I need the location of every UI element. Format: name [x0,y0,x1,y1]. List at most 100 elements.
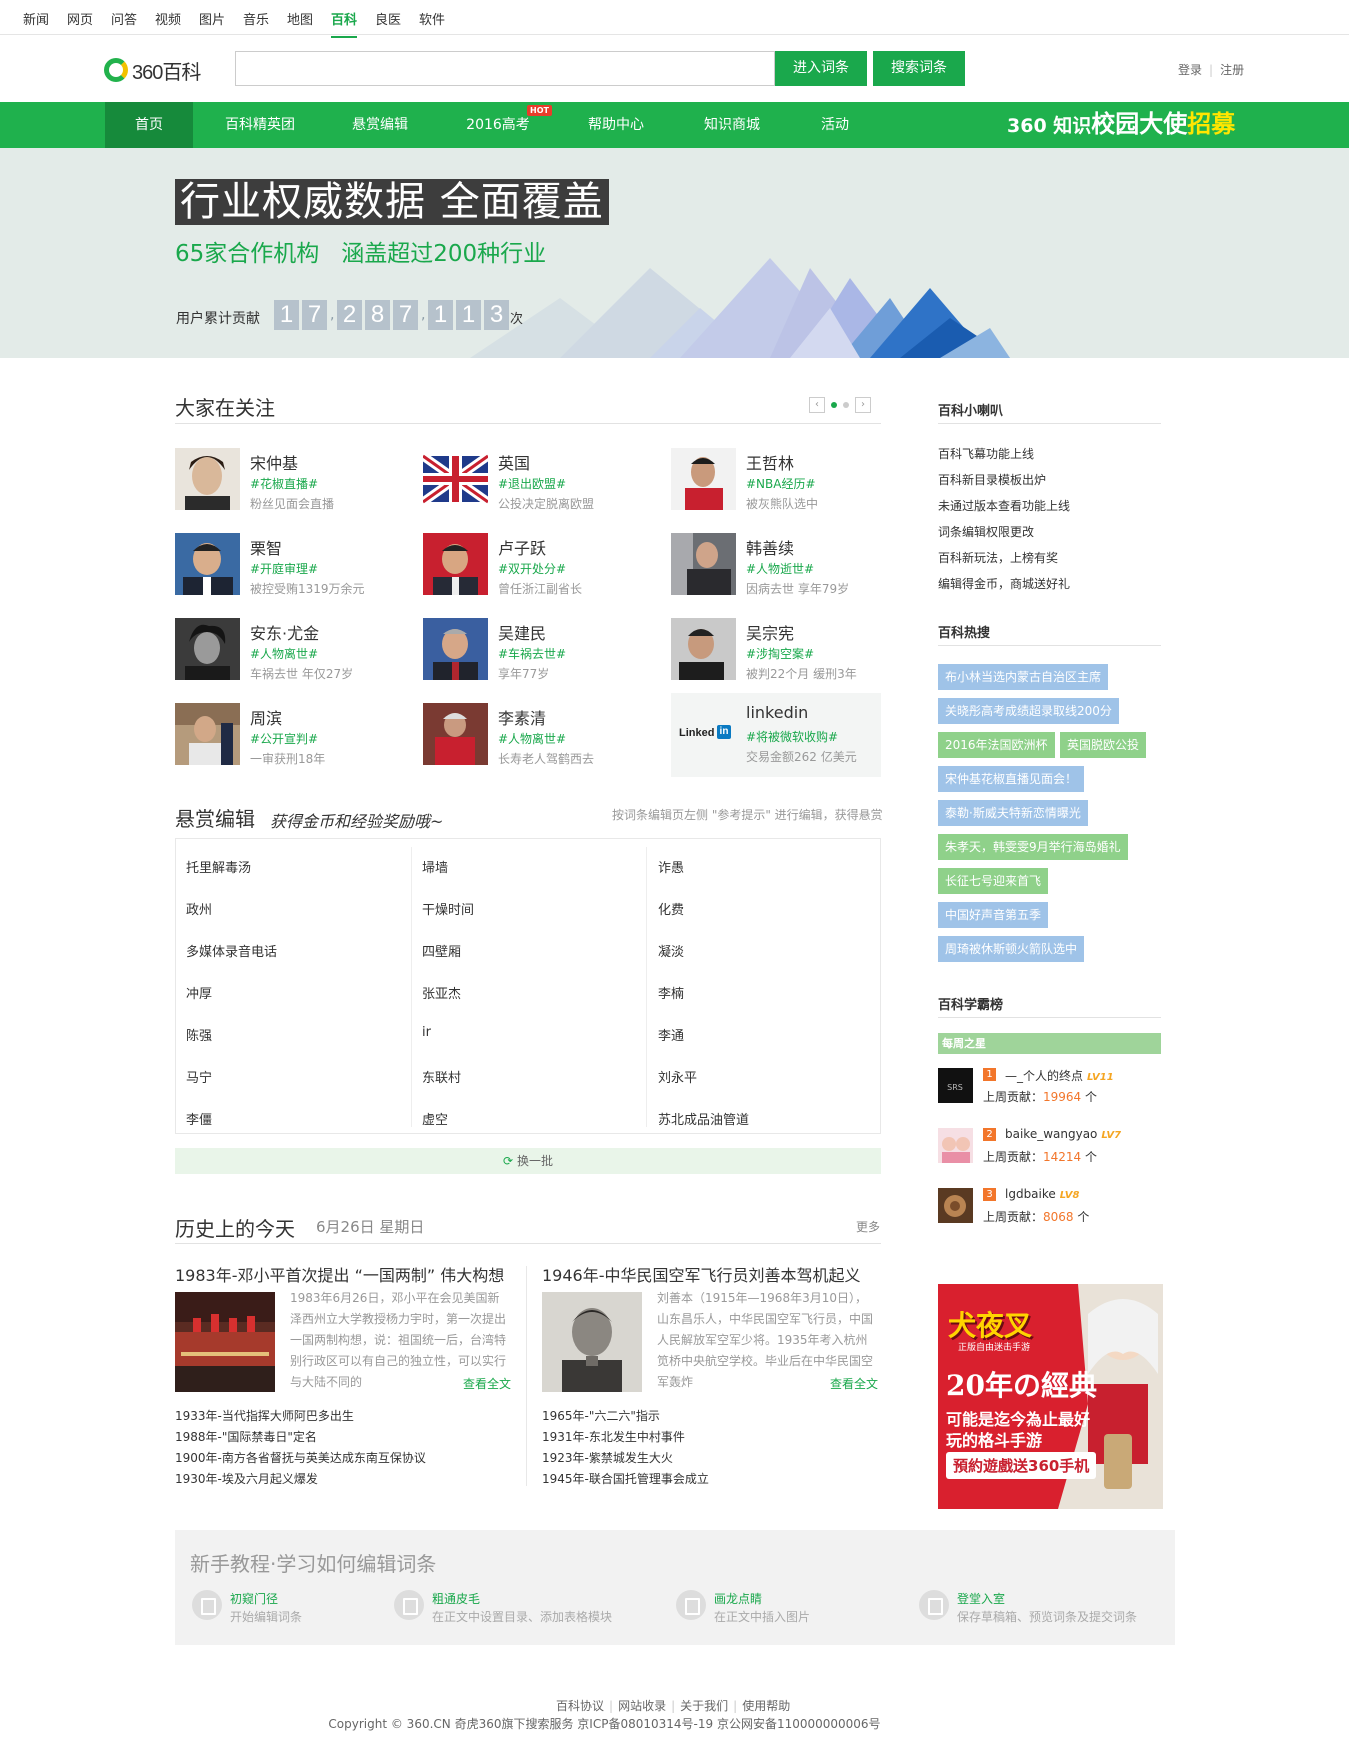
hot-search-tag[interactable]: 泰勒·斯威夫特新恋情曝光 [938,800,1088,826]
footer-link[interactable]: 关于我们 [680,1699,728,1713]
focus-person[interactable]: 安东·尤金 #人物离世# 车祸去世 年仅27岁 [175,618,415,684]
focus-person[interactable]: 栗智 #开庭审理# 被控受贿1319万余元 [175,533,415,599]
reward-entry-link[interactable]: 虚空 [422,1109,448,1128]
reward-entry-link[interactable]: 四壁厢 [422,941,461,960]
reward-entry-link[interactable]: 冲厚 [186,983,212,1002]
footer-link[interactable]: 使用帮助 [742,1699,790,1713]
reward-entry-link[interactable]: 多媒体录音电话 [186,941,277,960]
mainnav-home[interactable]: 首页 [105,102,193,148]
sidebar-news-item[interactable]: 编辑得金币，商城送好礼 [938,575,1070,592]
sidebar-news-item[interactable]: 百科新目录模板出炉 [938,471,1046,488]
focus-person[interactable]: 英国 #退出欧盟# 公投决定脱离欧盟 [423,448,663,514]
reward-entry-link[interactable]: 干燥时间 [422,899,474,918]
focus-person[interactable]: 吴宗宪 #涉掏空案# 被判22个月 缓刑3年 [671,618,911,684]
reward-entry-link[interactable]: 陈强 [186,1025,212,1044]
history-more-link[interactable]: 更多 [856,1218,880,1235]
topnav-map[interactable]: 地图 [287,9,313,28]
footer-link[interactable]: 网站收录 [618,1699,666,1713]
hot-search-tag[interactable]: 周琦被休斯顿火箭队选中 [938,936,1085,962]
topnav-baike[interactable]: 百科 [331,9,358,38]
topnav-software[interactable]: 软件 [419,9,445,28]
focus-person[interactable]: Linked in linkedin #将被微软收购# 交易金额262 亿美元 [671,693,881,777]
prev-arrow-icon[interactable]: ‹ [809,397,825,413]
sidebar-news-item[interactable]: 百科飞幕功能上线 [938,445,1034,462]
pager-dot[interactable] [831,402,837,408]
refresh-batch-button[interactable]: ⟳ 换一批 [175,1148,881,1174]
topnav-news[interactable]: 新闻 [23,9,49,28]
topnav-music[interactable]: 音乐 [243,9,269,28]
history-right-item[interactable]: 1923年-紫禁城发生大火 [542,1449,673,1466]
reward-entry-link[interactable]: 苏北成品油管道 [658,1109,749,1128]
rank-entry[interactable]: SRS 1 —_个人的终点 LV11 上周贡献：19964 个 [938,1068,1161,1108]
mainnav-events[interactable]: 活动 [785,102,885,148]
reward-entry-link[interactable]: 东联村 [422,1067,461,1086]
sidebar-news-item[interactable]: 词条编辑权限更改 [938,523,1034,540]
history-right-headline[interactable]: 1946年-中华民国空军飞行员刘善本驾机起义 [542,1262,861,1286]
mainnav-elite[interactable]: 百科精英团 [210,102,310,148]
reward-entry-link[interactable]: 张亚杰 [422,983,461,1002]
reward-entry-link[interactable]: 马宁 [186,1067,212,1086]
focus-person[interactable]: 吴建民 #车祸去世# 享年77岁 [423,618,663,684]
topnav-video[interactable]: 视频 [155,9,181,28]
reward-entry-link[interactable]: 诈愚 [658,857,684,876]
search-input[interactable] [235,51,775,86]
pager-dot[interactable] [843,402,849,408]
reward-entry-link[interactable]: ir [422,1025,431,1040]
focus-person[interactable]: 宋仲基 #花椒直播# 粉丝见面会直播 [175,448,415,514]
reward-entry-link[interactable]: 托里解毒汤 [186,857,251,876]
reward-entry-link[interactable]: 化费 [658,899,684,918]
mainnav-shop[interactable]: 知识商城 [682,102,782,148]
mainnav-help[interactable]: 帮助中心 [566,102,666,148]
campus-recruit-banner[interactable]: 360 知识校园大使招募 [1007,108,1235,142]
site-logo[interactable]: 360百科 [104,57,201,84]
sidebar-news-item[interactable]: 百科新玩法，上榜有奖 [938,549,1058,566]
history-left-image[interactable] [175,1292,275,1392]
hot-search-tag[interactable]: 关晓彤高考成绩超录取线200分 [938,698,1119,724]
rank-entry[interactable]: 3 lgdbaike LV8 上周贡献：8068 个 [938,1187,1161,1228]
ad-cta-button[interactable]: 預約遊戲送360手机 [946,1452,1097,1479]
focus-person[interactable]: 韩善续 #人物逝世# 因病去世 享年79岁 [671,533,911,599]
topnav-images[interactable]: 图片 [199,9,225,28]
topnav-qa[interactable]: 问答 [111,9,137,28]
history-left-headline[interactable]: 1983年-邓小平首次提出 “一国两制” 伟大构想 [175,1262,504,1286]
reward-entry-link[interactable]: 李通 [658,1025,684,1044]
history-left-item[interactable]: 1933年-当代指挥大师阿巴多出生 [175,1407,354,1424]
history-right-read-more[interactable]: 查看全文 [830,1375,878,1392]
search-entry-button[interactable]: 搜索词条 [873,51,965,86]
reward-entry-link[interactable]: 政州 [186,899,212,918]
game-ad-banner[interactable]: 犬夜叉 正版自由迷击手游 20年の經典 可能是迄今為止最好 玩的格斗手游 預約遊… [938,1284,1163,1509]
focus-person[interactable]: 王哲林 #NBA经历# 被灰熊队选中 [671,448,911,514]
hot-search-tag[interactable]: 英国脱欧公投 [1060,732,1147,758]
reward-entry-link[interactable]: 凝淡 [658,941,684,960]
focus-person[interactable]: 卢子跃 #双开处分# 曾任浙江副省长 [423,533,663,599]
reward-entry-link[interactable]: 李僵 [186,1109,212,1128]
history-right-image[interactable] [542,1292,642,1392]
hot-search-tag[interactable]: 长征七号迎来首飞 [938,868,1049,894]
sidebar-news-item[interactable]: 未通过版本查看功能上线 [938,497,1070,514]
history-right-item[interactable]: 1931年-东北发生中村事件 [542,1428,685,1445]
history-left-item[interactable]: 1930年-埃及六月起义爆发 [175,1470,318,1487]
history-right-item[interactable]: 1945年-联合国托管理事会成立 [542,1470,709,1487]
hot-search-tag[interactable]: 2016年法国欧洲杯 [938,732,1055,758]
login-link[interactable]: 登录 [1178,63,1202,77]
hot-search-tag[interactable]: 中国好声音第五季 [938,902,1049,928]
next-arrow-icon[interactable]: › [855,397,871,413]
register-link[interactable]: 注册 [1220,63,1244,77]
focus-person[interactable]: 李素清 #人物离世# 长寿老人驾鹤西去 [423,703,663,769]
hot-search-tag[interactable]: 布小林当选内蒙古自治区主席 [938,664,1109,690]
topnav-web[interactable]: 网页 [67,9,93,28]
history-left-read-more[interactable]: 查看全文 [463,1375,511,1392]
reward-entry-link[interactable]: 李楠 [658,983,684,1002]
reward-entry-link[interactable]: 埽墙 [422,857,448,876]
history-left-item[interactable]: 1900年-南方各省督抚与英美达成东南互保协议 [175,1449,426,1466]
footer-link[interactable]: 百科协议 [556,1699,604,1713]
rank-entry[interactable]: 2 baike_wangyao LV7 上周贡献：14214 个 [938,1127,1161,1168]
history-left-item[interactable]: 1988年-"国际禁毒日"定名 [175,1428,317,1445]
mainnav-reward[interactable]: 悬赏编辑 [330,102,430,148]
enter-entry-button[interactable]: 进入词条 [775,51,867,86]
focus-person[interactable]: 周滨 #公开宣判# 一审获刑18年 [175,703,415,769]
hot-search-tag[interactable]: 宋仲基花椒直播见面会！ [938,766,1085,792]
hot-search-tag[interactable]: 朱孝天，韩雯雯9月举行海岛婚礼 [938,834,1128,860]
reward-entry-link[interactable]: 刘永平 [658,1067,697,1086]
topnav-doctor[interactable]: 良医 [375,9,401,28]
